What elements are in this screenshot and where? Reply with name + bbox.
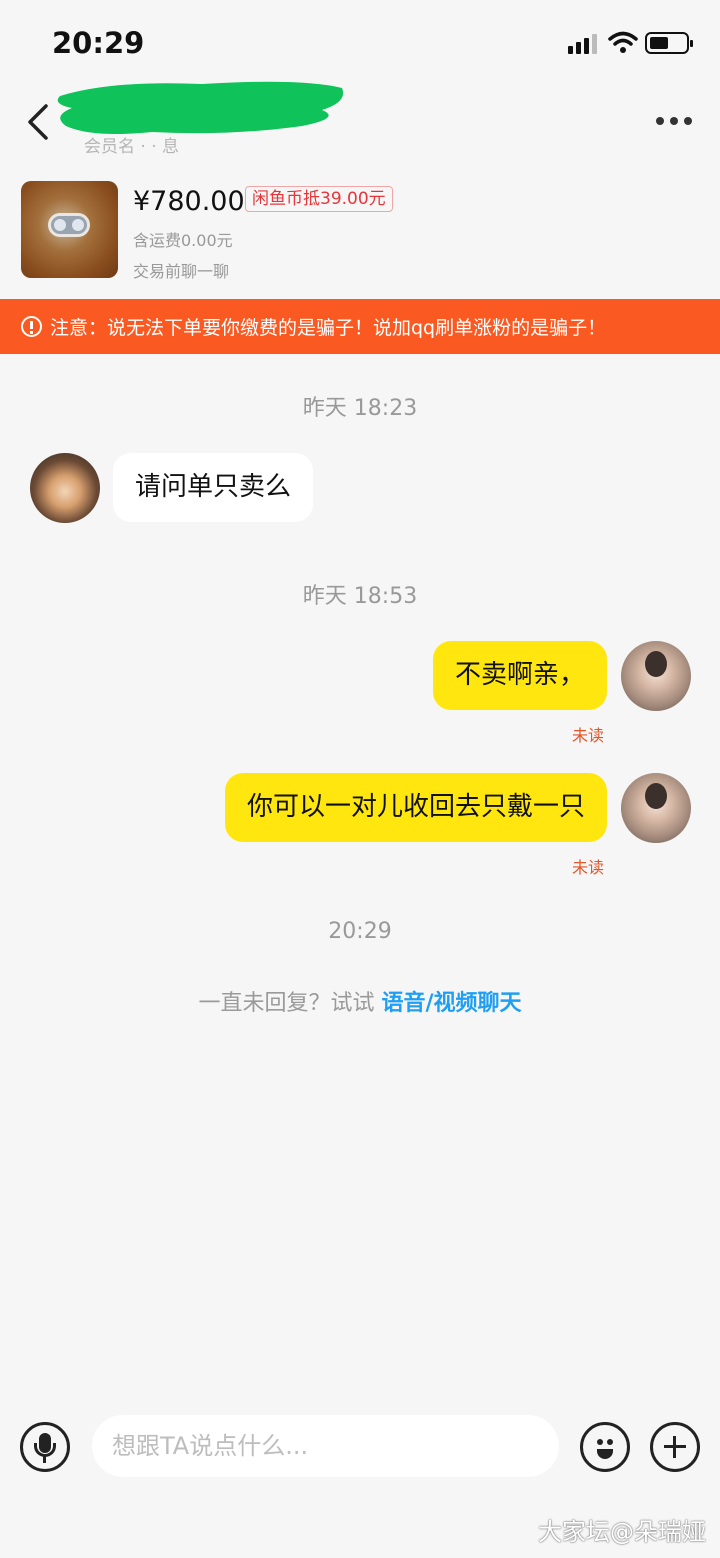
chat-timestamp: 昨天 18:23 xyxy=(302,396,418,421)
coin-discount-badge: 闲鱼币抵39.00元 xyxy=(245,186,393,212)
product-card[interactable]: ¥780.00 闲鱼币抵39.00元 含运费0.00元 交易前聊一聊 xyxy=(0,170,720,298)
my-avatar[interactable] xyxy=(621,773,691,843)
emoji-icon[interactable] xyxy=(580,1422,630,1472)
plus-icon[interactable] xyxy=(650,1422,700,1472)
battery-icon xyxy=(645,32,693,54)
other-user-avatar[interactable] xyxy=(30,453,100,523)
header-subtitle: 会员名 · · 息 xyxy=(84,137,180,157)
more-options-icon[interactable] xyxy=(652,112,696,128)
chat-timestamp: 昨天 18:53 xyxy=(302,584,418,609)
voice-video-chat-link[interactable]: 语音/视频聊天 xyxy=(381,991,521,1016)
input-bar xyxy=(0,1405,720,1490)
product-thumbnail[interactable] xyxy=(21,181,118,278)
status-time: 20:29 xyxy=(52,26,145,60)
hint-text: 一直未回复？试试 xyxy=(198,991,382,1016)
warning-text: 注意：说无法下单要你缴费的是骗子！说加qq刷单涨粉的是骗子！ xyxy=(50,317,607,339)
product-price: ¥780.00 xyxy=(133,186,245,217)
message-bubble-outgoing[interactable]: 不卖啊亲， xyxy=(432,641,607,710)
chat-note: 交易前聊一聊 xyxy=(133,262,230,281)
my-avatar[interactable] xyxy=(621,641,691,711)
chat-timestamp: 20:29 xyxy=(328,919,392,944)
unread-status: 未读 xyxy=(572,726,605,745)
scam-warning-banner: 注意：说无法下单要你缴费的是骗子！说加qq刷单涨粉的是骗子！ xyxy=(0,299,720,354)
message-input[interactable] xyxy=(92,1415,559,1477)
message-bubble-incoming[interactable]: 请问单只卖么 xyxy=(113,453,314,522)
no-reply-hint: 一直未回复？试试 语音/视频聊天 xyxy=(0,985,720,1017)
unread-status: 未读 xyxy=(572,858,605,877)
shipping-fee: 含运费0.00元 xyxy=(133,231,233,250)
signal-icon xyxy=(568,32,600,54)
message-bubble-outgoing[interactable]: 你可以一对儿收回去只戴一只 xyxy=(224,773,607,842)
earring-image xyxy=(48,213,90,237)
status-bar: 20:29 xyxy=(0,0,720,80)
warning-icon xyxy=(21,316,42,337)
watermark: 大家坛@朵瑞娅 xyxy=(538,1518,706,1546)
microphone-icon[interactable] xyxy=(20,1422,70,1472)
redacted-username xyxy=(57,81,344,134)
wifi-icon xyxy=(608,31,638,53)
